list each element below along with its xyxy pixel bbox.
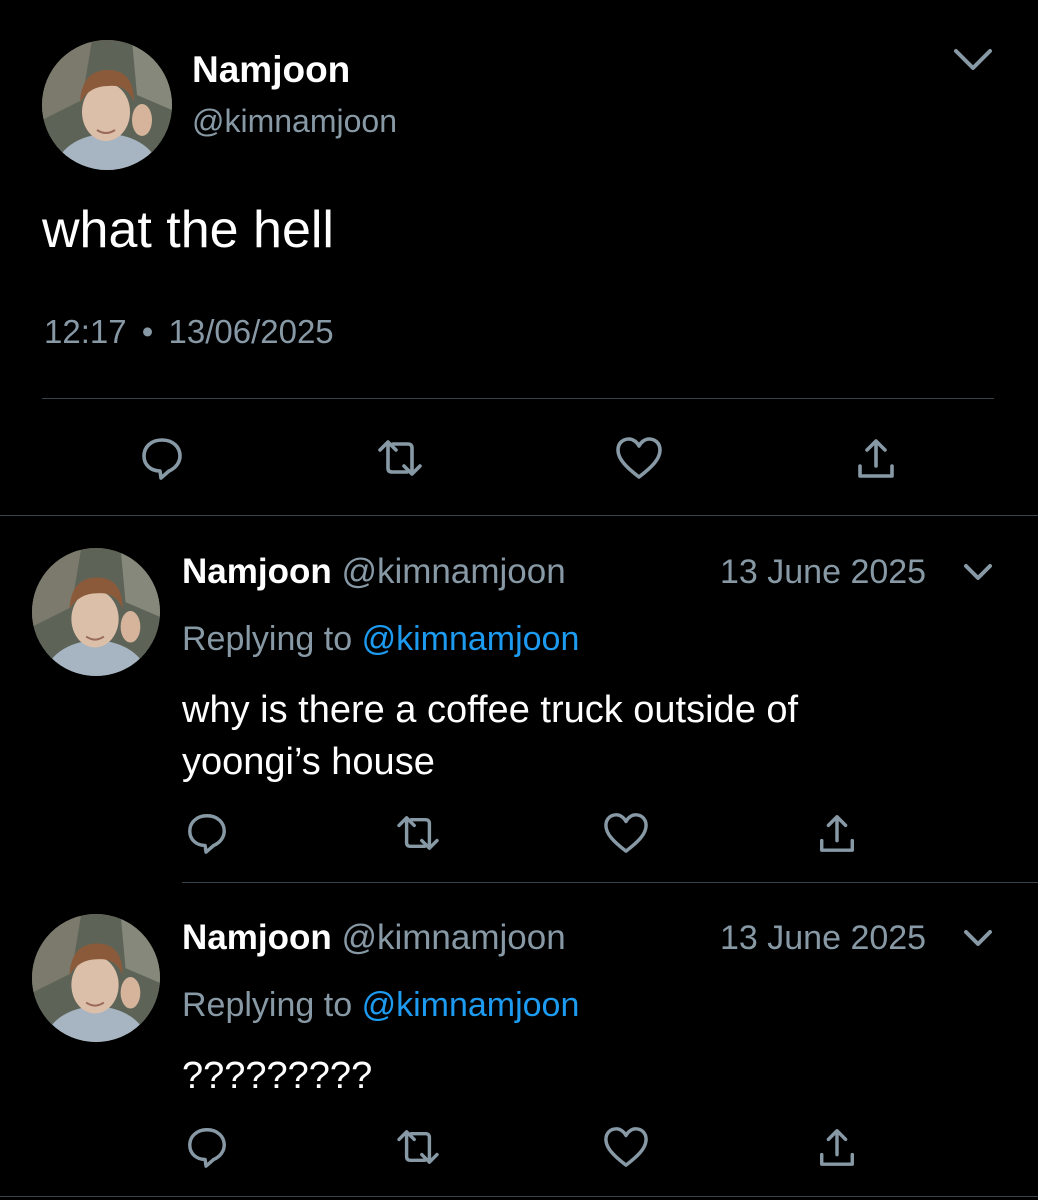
chevron-down-icon[interactable]	[958, 922, 998, 956]
retweet-icon[interactable]	[390, 808, 446, 858]
author-handle[interactable]: @kimnamjoon	[341, 918, 565, 957]
author-name[interactable]: Namjoon	[182, 918, 332, 957]
reply-date: 13 June 2025	[720, 553, 927, 591]
replying-to-label: Replying to	[182, 986, 353, 1024]
author-name[interactable]: Namjoon	[182, 552, 332, 591]
avatar[interactable]	[32, 914, 160, 1042]
bottom-divider	[0, 1196, 1038, 1197]
tweet-text: what the hell	[42, 201, 334, 259]
reply-header: Namjoon @kimnamjoon	[182, 918, 566, 958]
author-handle[interactable]: @kimnamjoon	[341, 552, 565, 591]
author-name[interactable]: Namjoon	[192, 50, 350, 90]
avatar[interactable]	[42, 40, 172, 170]
like-icon[interactable]	[612, 432, 666, 484]
tweet-date: 13/06/2025	[168, 313, 334, 350]
reply-text: why is there a coffee truck outside of y…	[182, 689, 799, 783]
chevron-down-icon[interactable]	[958, 556, 998, 590]
replying-to-link[interactable]: @kimnamjoon	[362, 986, 580, 1024]
tweet-time: 12:17	[44, 313, 127, 350]
author-handle[interactable]: @kimnamjoon	[192, 103, 397, 139]
replying-to-link[interactable]: @kimnamjoon	[362, 620, 580, 658]
replying-to: Replying to @kimnamjoon	[182, 619, 579, 659]
retweet-icon[interactable]	[390, 1122, 446, 1172]
timestamp-separator: •	[141, 313, 154, 350]
reply-icon[interactable]	[182, 1122, 232, 1172]
reply-header: Namjoon @kimnamjoon	[182, 552, 566, 592]
divider	[42, 398, 994, 399]
reply-text: ?????????	[182, 1055, 373, 1097]
reply-divider	[182, 882, 1038, 883]
tweet-timestamp: 12:17 • 13/06/2025	[44, 312, 334, 352]
replying-to: Replying to @kimnamjoon	[182, 985, 579, 1025]
retweet-icon[interactable]	[372, 432, 428, 484]
share-icon[interactable]	[812, 1122, 862, 1172]
like-icon[interactable]	[600, 1122, 652, 1172]
section-divider	[0, 515, 1038, 516]
reply-icon[interactable]	[136, 432, 188, 484]
avatar[interactable]	[32, 548, 160, 676]
chevron-down-icon[interactable]	[948, 40, 998, 80]
share-icon[interactable]	[850, 432, 902, 484]
like-icon[interactable]	[600, 808, 652, 858]
reply-icon[interactable]	[182, 808, 232, 858]
reply-date: 13 June 2025	[720, 919, 927, 957]
replying-to-label: Replying to	[182, 620, 353, 658]
share-icon[interactable]	[812, 808, 862, 858]
